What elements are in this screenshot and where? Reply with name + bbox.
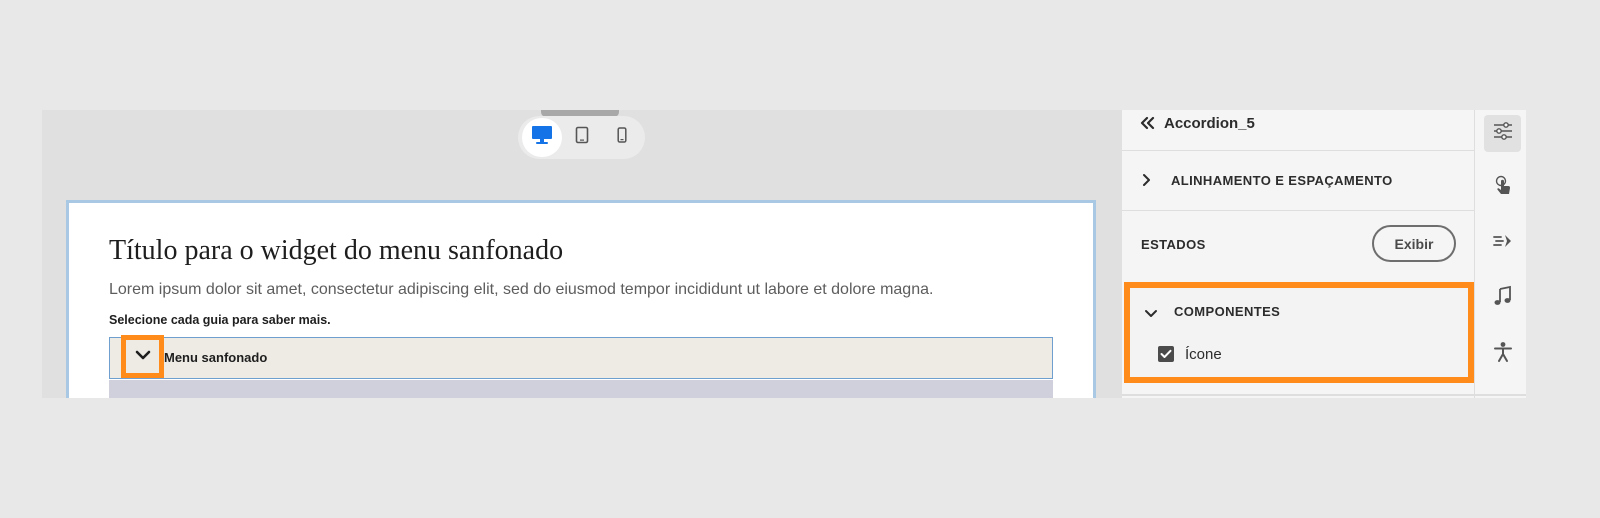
section-label: COMPONENTES: [1174, 304, 1281, 319]
canvas-area: Título para o widget do menu sanfonado L…: [42, 110, 1122, 398]
chevron-down-icon: [135, 348, 151, 366]
properties-sliders-icon: [1492, 121, 1514, 146]
app-window: Título para o widget do menu sanfonado L…: [42, 110, 1526, 398]
accordion-panel: [109, 380, 1053, 398]
interaction-touch-icon: [1492, 175, 1514, 202]
rail-properties-button[interactable]: [1484, 115, 1521, 152]
properties-title: Accordion_5: [1164, 115, 1255, 132]
tablet-view-button[interactable]: [562, 118, 602, 157]
component-icon-checkbox[interactable]: Ícone: [1158, 343, 1222, 365]
rail-accessibility-button[interactable]: [1484, 336, 1521, 373]
accordion-icon-highlight[interactable]: [121, 335, 164, 378]
checkbox-label: Ícone: [1185, 345, 1222, 363]
section-states: ESTADOS Exibir: [1122, 211, 1474, 277]
double-chevron-left-icon: [1140, 116, 1156, 135]
section-components: COMPONENTES Ícone: [1124, 282, 1474, 383]
section-alignment-spacing[interactable]: ALINHAMENTO E ESPAÇAMENTO: [1122, 151, 1474, 211]
accessibility-icon: [1493, 341, 1513, 368]
desktop-view-button[interactable]: [522, 118, 562, 157]
audio-note-icon: [1493, 285, 1513, 312]
back-button[interactable]: [1138, 116, 1158, 134]
divider: [1475, 394, 1526, 396]
chevron-down-icon[interactable]: [1144, 306, 1158, 324]
tool-rail: [1474, 110, 1526, 398]
chevron-right-icon: [1142, 173, 1152, 192]
rail-interaction-button[interactable]: [1484, 170, 1521, 207]
properties-panel: Accordion_5 ALINHAMENTO E ESPAÇAMENTO ES…: [1122, 110, 1474, 398]
accordion-label: Menu sanfonado: [164, 350, 268, 365]
divider: [1122, 394, 1474, 396]
mobile-view-button[interactable]: [602, 118, 642, 157]
section-label: ESTADOS: [1141, 237, 1206, 252]
section-label: ALINHAMENTO E ESPAÇAMENTO: [1171, 173, 1393, 188]
properties-header: Accordion_5: [1122, 110, 1474, 151]
slide-stage: Título para o widget do menu sanfonado L…: [66, 200, 1096, 398]
widget-title: Título para o widget do menu sanfonado: [109, 235, 564, 266]
device-toggle: [518, 116, 645, 159]
widget-hint: Selecione cada guia para saber mais.: [109, 313, 331, 327]
accordion-header[interactable]: Menu sanfonado: [109, 335, 1053, 379]
effects-icon: [1492, 232, 1514, 255]
rail-audio-button[interactable]: [1484, 280, 1521, 317]
show-states-button[interactable]: Exibir: [1372, 225, 1456, 262]
rail-effects-button[interactable]: [1484, 225, 1521, 262]
checkbox-checked[interactable]: [1158, 346, 1174, 362]
widget-description: Lorem ipsum dolor sit amet, consectetur …: [109, 281, 934, 298]
tablet-icon: [575, 126, 589, 149]
mobile-icon: [617, 127, 627, 148]
desktop-icon: [531, 125, 553, 150]
